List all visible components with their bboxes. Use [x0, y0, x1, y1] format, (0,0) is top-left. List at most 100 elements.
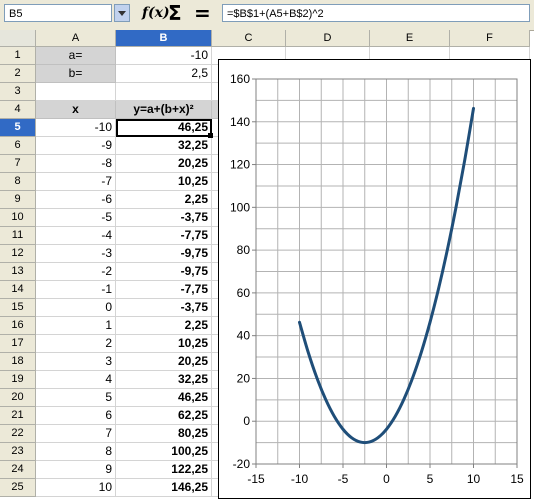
row-header-4[interactable]: 4	[0, 101, 36, 119]
cell-b25[interactable]: 146,25	[116, 479, 212, 497]
cell-b8[interactable]: 10,25	[116, 173, 212, 191]
cell-a12[interactable]: -3	[36, 245, 116, 263]
chart[interactable]: -15 -10 -5 0 5 10 15 160 140 120 100 80 60 40 20 0 -20	[218, 59, 531, 499]
cell-b7[interactable]: 20,25	[116, 155, 212, 173]
cell-b14[interactable]: -7,75	[116, 281, 212, 299]
cell-a13[interactable]: -2	[36, 263, 116, 281]
cell-b9[interactable]: 2,25	[116, 191, 212, 209]
cell-b20[interactable]: 46,25	[116, 389, 212, 407]
x-tick-label: 5	[427, 472, 434, 486]
cell-b2[interactable]: 2,5	[116, 65, 212, 83]
cell-a2[interactable]: b=	[36, 65, 116, 83]
cell-b22[interactable]: 80,25	[116, 425, 212, 443]
equals-icon[interactable]: =	[194, 1, 211, 25]
column-header-b[interactable]: B	[116, 30, 212, 47]
cell-a11[interactable]: -4	[36, 227, 116, 245]
column-header-e[interactable]: E	[370, 30, 450, 47]
name-box-dropdown-button[interactable]	[114, 4, 130, 22]
row-header-8[interactable]: 8	[0, 173, 36, 191]
data-point	[411, 376, 414, 380]
row-header-1[interactable]: 1	[0, 47, 36, 65]
cell-a22[interactable]: 7	[36, 425, 116, 443]
cell-b11[interactable]: -7,75	[116, 227, 212, 245]
cell-a4[interactable]: x	[36, 101, 116, 119]
cell-a10[interactable]: -5	[36, 209, 116, 227]
row-header-10[interactable]: 10	[0, 209, 36, 227]
cell-a25[interactable]: 10	[36, 479, 116, 497]
cell-a19[interactable]: 4	[36, 371, 116, 389]
row-header-16[interactable]: 16	[0, 317, 36, 335]
data-point	[324, 398, 327, 401]
row-header-6[interactable]: 6	[0, 137, 36, 155]
cell-a15[interactable]: 0	[36, 299, 116, 317]
cell-b12[interactable]: -9,75	[116, 245, 212, 263]
row-header-3[interactable]: 3	[0, 83, 36, 101]
column-header-c[interactable]: C	[212, 30, 286, 47]
column-header-f[interactable]: F	[450, 30, 530, 47]
row-header-15[interactable]: 15	[0, 299, 36, 317]
cell-b3[interactable]	[116, 83, 212, 101]
row-header-2[interactable]: 2	[0, 65, 36, 83]
row-header-11[interactable]: 11	[0, 227, 36, 245]
cell-b16[interactable]: 2,25	[116, 317, 212, 335]
cell-b24[interactable]: 122,25	[116, 461, 212, 479]
cell-a6[interactable]: -9	[36, 137, 116, 155]
data-point	[341, 428, 345, 431]
row-header-23[interactable]: 23	[0, 443, 36, 461]
cell-a17[interactable]: 2	[36, 335, 116, 353]
row-header-13[interactable]: 13	[0, 263, 36, 281]
cell-b10[interactable]: -3,75	[116, 209, 212, 227]
cell-a20[interactable]: 5	[36, 389, 116, 407]
data-point	[315, 376, 319, 380]
cell-b18[interactable]: 20,25	[116, 353, 212, 371]
cell-b19[interactable]: 32,25	[116, 371, 212, 389]
row-header-19[interactable]: 19	[0, 371, 36, 389]
fill-handle[interactable]	[208, 133, 213, 138]
cell-b6[interactable]: 32,25	[116, 137, 212, 155]
row-header-20[interactable]: 20	[0, 389, 36, 407]
cell-a5[interactable]: -10	[36, 119, 116, 137]
function-wizard-icon[interactable]: f(x)	[142, 5, 170, 21]
row-header-17[interactable]: 17	[0, 335, 36, 353]
cell-b23[interactable]: 100,25	[116, 443, 212, 461]
cell-a18[interactable]: 3	[36, 353, 116, 371]
cell-b1[interactable]: -10	[116, 47, 212, 65]
row-header-9[interactable]: 9	[0, 191, 36, 209]
column-header-d[interactable]: D	[286, 30, 370, 47]
cell-a23[interactable]: 8	[36, 443, 116, 461]
formula-input[interactable]: =$B$1+(A5+B$2)^2	[222, 4, 530, 22]
row-header-14[interactable]: 14	[0, 281, 36, 299]
sum-icon[interactable]: Σ	[168, 1, 182, 25]
row-header-21[interactable]: 21	[0, 407, 36, 425]
cell-a14[interactable]: -1	[36, 281, 116, 299]
select-all-corner[interactable]	[0, 30, 36, 47]
row-header-7[interactable]: 7	[0, 155, 36, 173]
cell-a9[interactable]: -6	[36, 191, 116, 209]
name-box[interactable]: B5	[4, 4, 112, 22]
data-point	[333, 415, 336, 418]
cell-a8[interactable]: -7	[36, 173, 116, 191]
chevron-down-icon	[118, 10, 126, 16]
cell-b5[interactable]: 46,25	[116, 119, 212, 137]
cell-b13[interactable]: -9,75	[116, 263, 212, 281]
cell-a3[interactable]	[36, 83, 116, 101]
row-header-22[interactable]: 22	[0, 425, 36, 443]
row-header-18[interactable]: 18	[0, 353, 36, 371]
x-tick-label: 15	[510, 472, 524, 486]
cell-b4[interactable]: y=a+(b+x)²	[116, 101, 212, 119]
cell-a21[interactable]: 6	[36, 407, 116, 425]
row-header-5[interactable]: 5	[0, 119, 36, 137]
cell-a7[interactable]: -8	[36, 155, 116, 173]
cell-b17[interactable]: 10,25	[116, 335, 212, 353]
data-point	[420, 351, 423, 354]
row-header-24[interactable]: 24	[0, 461, 36, 479]
row-header-12[interactable]: 12	[0, 245, 36, 263]
cell-b15[interactable]: -3,75	[116, 299, 212, 317]
cell-a24[interactable]: 9	[36, 461, 116, 479]
cell-a16[interactable]: 1	[36, 317, 116, 335]
column-header-a[interactable]: A	[36, 30, 116, 47]
cell-b21[interactable]: 62,25	[116, 407, 212, 425]
data-point	[437, 286, 440, 290]
cell-a1[interactable]: a=	[36, 47, 116, 65]
row-header-25[interactable]: 25	[0, 479, 36, 497]
